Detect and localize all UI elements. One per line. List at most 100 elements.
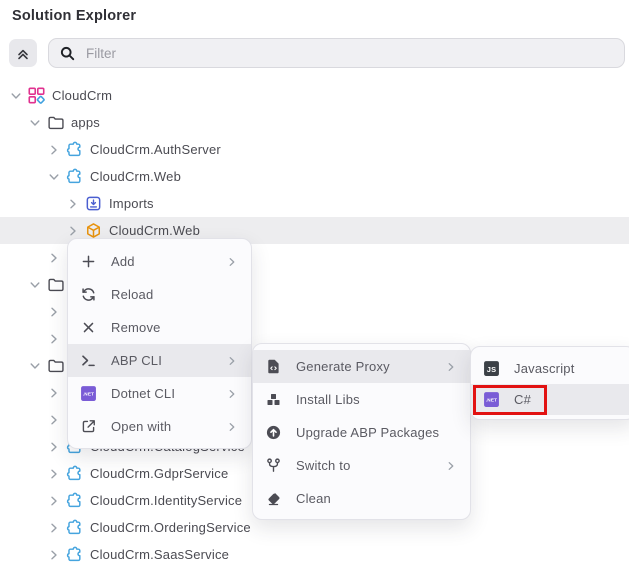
menu-item-add[interactable]: Add [68, 245, 251, 278]
chevron-right-icon[interactable] [46, 493, 62, 509]
menu-item-label: Clean [296, 491, 331, 506]
chevron-right-icon[interactable] [46, 331, 62, 347]
dotnet-badge-icon: .NET [80, 385, 97, 402]
tree-row-imports[interactable]: Imports [0, 190, 629, 217]
solution-icon [28, 87, 45, 104]
chevron-right-icon[interactable] [46, 412, 62, 428]
dotnet-badge-icon: .NET [483, 391, 500, 408]
menu-item-reload[interactable]: Reload [68, 278, 251, 311]
tree-item-label: CloudCrm [52, 88, 112, 103]
tree-row-cloudcrm-saasservice[interactable]: CloudCrm.SaasService [0, 541, 629, 568]
chevron-right-icon[interactable] [46, 142, 62, 158]
tree-row-cloudcrm-web[interactable]: CloudCrm.Web [0, 163, 629, 190]
tree-item-label: Imports [109, 196, 154, 211]
menu-item-open-with[interactable]: Open with [68, 410, 251, 443]
chevron-right-icon[interactable] [46, 304, 62, 320]
submenu-arrow-icon [225, 420, 239, 434]
menu-item-label: Add [111, 254, 135, 269]
menu-item-javascript[interactable]: JSJavascript [471, 353, 629, 384]
chevron-right-icon[interactable] [46, 250, 62, 266]
tree-item-label: CloudCrm.SaasService [90, 547, 229, 562]
module-icon [66, 546, 83, 563]
chevron-down-icon[interactable] [46, 169, 62, 185]
menu-item-switch-to[interactable]: Switch to [253, 449, 470, 482]
submenu-arrow-icon [225, 255, 239, 269]
collapse-all-icon [15, 45, 31, 61]
submenu-arrow-icon [225, 354, 239, 368]
menu-item-label: ABP CLI [111, 353, 162, 368]
tree-item-label: CloudCrm.Web [109, 223, 200, 238]
menu-item-generate-proxy[interactable]: Generate Proxy [253, 350, 470, 383]
submenu-arrow-icon [444, 459, 458, 473]
folder-icon [47, 276, 64, 293]
folder-icon [47, 357, 64, 374]
menu-item-abp-cli[interactable]: ABP CLI [68, 344, 251, 377]
menu-item-label: Install Libs [296, 392, 360, 407]
menu-item-label: C# [514, 392, 531, 407]
module-icon [66, 465, 83, 482]
chevron-down-icon[interactable] [27, 277, 43, 293]
module-icon [66, 168, 83, 185]
chevron-right-icon[interactable] [46, 439, 62, 455]
open-external-icon [80, 418, 97, 435]
menu-item-label: Upgrade ABP Packages [296, 425, 439, 440]
menu-item-label: Open with [111, 419, 171, 434]
tree-item-label: CloudCrm.IdentityService [90, 493, 242, 508]
page-title: Solution Explorer [12, 8, 136, 24]
chevron-right-icon[interactable] [46, 466, 62, 482]
plus-icon [80, 253, 97, 270]
module-icon [66, 141, 83, 158]
imports-icon [85, 195, 102, 212]
search-icon [59, 45, 76, 62]
menu-item-install-libs[interactable]: Install Libs [253, 383, 470, 416]
menu-item-dotnet-cli[interactable]: .NET Dotnet CLI [68, 377, 251, 410]
menu-item-label: Reload [111, 287, 153, 302]
menu-item-upgrade-abp-packages[interactable]: Upgrade ABP Packages [253, 416, 470, 449]
tree-item-label: CloudCrm.Web [90, 169, 181, 184]
filter-input[interactable] [84, 45, 614, 62]
tree-row-cloudcrm-authserver[interactable]: CloudCrm.AuthServer [0, 136, 629, 163]
tree-item-label: CloudCrm.OrderingService [90, 520, 251, 535]
chevron-down-icon[interactable] [27, 115, 43, 131]
chevron-right-icon[interactable] [65, 196, 81, 212]
javascript-badge-icon: JS [483, 360, 500, 377]
menu-item-remove[interactable]: Remove [68, 311, 251, 344]
module-icon [66, 492, 83, 509]
solution-explorer-panel: Solution Explorer CloudCrm apps CloudCrm.A… [0, 0, 629, 570]
module-icon [66, 519, 83, 536]
tree-item-label: apps [71, 115, 100, 130]
svg-text:JS: JS [487, 365, 497, 374]
terminal-icon [80, 352, 97, 369]
branch-icon [265, 457, 282, 474]
upgrade-icon [265, 424, 282, 441]
modules-icon [265, 391, 282, 408]
package-icon [85, 222, 102, 239]
tree-item-label: CloudCrm.GdprService [90, 466, 228, 481]
chevron-right-icon[interactable] [46, 385, 62, 401]
chevron-down-icon[interactable] [27, 358, 43, 374]
menu-item-clean[interactable]: Clean [253, 482, 470, 515]
filter-input-container [48, 38, 625, 68]
collapse-all-button[interactable] [9, 39, 37, 67]
tree-row-apps[interactable]: apps [0, 109, 629, 136]
svg-text:.NET: .NET [486, 398, 497, 403]
file-code-icon [265, 358, 282, 375]
menu-item-label: Dotnet CLI [111, 386, 175, 401]
tree-item-label: CloudCrm.AuthServer [90, 142, 221, 157]
generate-proxy-submenu: JSJavascript .NET C# [470, 346, 629, 420]
chevron-right-icon[interactable] [46, 547, 62, 563]
menu-item-c[interactable]: .NET C# [471, 384, 629, 415]
folder-icon [47, 114, 64, 131]
remove-icon [80, 319, 97, 336]
abp-cli-submenu: Generate Proxy Install Libs Upgrade ABP Pa… [252, 343, 471, 520]
submenu-arrow-icon [444, 360, 458, 374]
chevron-down-icon[interactable] [8, 88, 24, 104]
chevron-right-icon[interactable] [65, 223, 81, 239]
context-menu: Add Reload Remove ABP CLI .NET Dotnet CLI Open… [67, 238, 252, 449]
menu-item-label: Remove [111, 320, 161, 335]
tree-row-cloudcrm[interactable]: CloudCrm [0, 82, 629, 109]
menu-item-label: Switch to [296, 458, 351, 473]
chevron-right-icon[interactable] [46, 520, 62, 536]
eraser-icon [265, 490, 282, 507]
submenu-arrow-icon [225, 387, 239, 401]
